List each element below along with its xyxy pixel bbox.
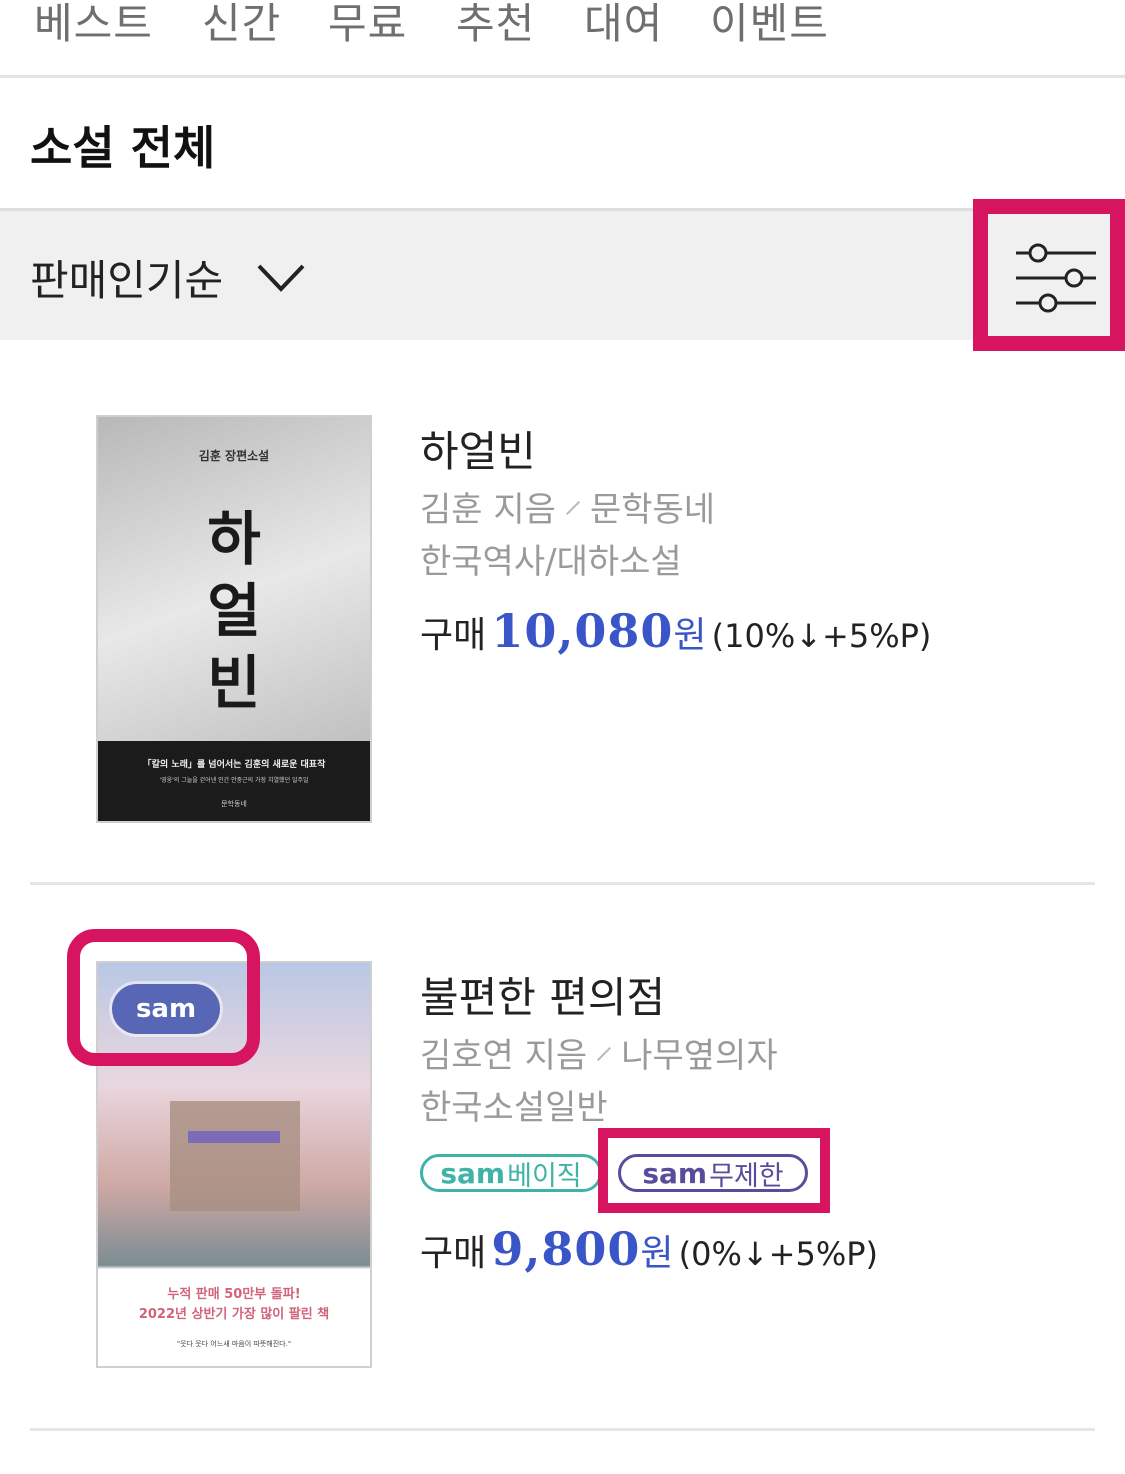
cover-title: 하 얼 빈 bbox=[98, 503, 370, 719]
badge-label: 베이직 bbox=[507, 1160, 582, 1192]
cover-series: 김훈 장편소설 bbox=[198, 449, 270, 463]
cover-quote: "웃다 웃다 어느새 마음이 따뜻해진다." bbox=[176, 1340, 292, 1348]
book-author-publisher: 김훈 지음 문학동네 bbox=[420, 482, 715, 531]
filter-button[interactable] bbox=[973, 199, 1125, 351]
sliders-icon bbox=[1016, 243, 1096, 313]
price-value: 9,800 bbox=[491, 1222, 641, 1276]
separator-slash-icon bbox=[565, 500, 581, 515]
book-author[interactable]: 김호연 지음 bbox=[420, 1036, 587, 1076]
sam-basic-badge[interactable]: sam 베이직 bbox=[420, 1154, 602, 1192]
sam-unlimited-badge[interactable]: sam 무제한 bbox=[618, 1154, 808, 1192]
price-row: 구매 9,800원 (0%↓+5%P) bbox=[420, 1222, 878, 1276]
book-cover-harbin[interactable]: 김훈 장편소설 하 얼 빈 「칼의 노래」를 넘어서는 김훈의 새로운 대표작 … bbox=[96, 415, 372, 823]
price-row: 구매 10,080원 (10%↓+5%P) bbox=[420, 604, 931, 658]
book-title[interactable]: 하얼빈 bbox=[420, 418, 536, 479]
cover-building bbox=[170, 1101, 300, 1211]
price-label: 구매 bbox=[420, 1233, 487, 1274]
list-divider bbox=[30, 1428, 1095, 1431]
cover-subline: '영웅'의 그늘을 걷어낸 인간 안중근의 가장 치열했던 일주일 bbox=[159, 777, 309, 784]
price-label: 구매 bbox=[420, 615, 487, 656]
sort-dropdown-label[interactable]: 판매인기순 bbox=[30, 247, 223, 308]
price-currency: 원 bbox=[673, 615, 707, 656]
sam-logo: sam bbox=[642, 1156, 708, 1190]
book-author-publisher: 김호연 지음 나무옆의자 bbox=[420, 1028, 778, 1077]
cover-store-sign bbox=[188, 1131, 280, 1143]
book-author[interactable]: 김훈 지음 bbox=[420, 490, 556, 530]
book-category: 한국역사/대하소설 bbox=[420, 542, 682, 582]
badge-label: 무제한 bbox=[709, 1160, 784, 1192]
list-divider bbox=[30, 882, 1095, 885]
cover-publisher: 문학동네 bbox=[221, 800, 247, 808]
cover-title-char: 얼 bbox=[207, 577, 261, 645]
book-publisher[interactable]: 나무옆의자 bbox=[621, 1036, 777, 1076]
category-tab-bar: 베스트 신간 무료 추천 대여 이벤트 bbox=[0, 0, 1125, 78]
sort-bar: 판매인기순 bbox=[0, 208, 1125, 340]
price-discount: (0%↓+5%P) bbox=[678, 1235, 879, 1273]
cover-title-char: 하 bbox=[207, 505, 261, 573]
cover-banner-line2: 2022년 상반기 가장 많이 팔린 책 bbox=[138, 1307, 330, 1322]
section-title: 소설 전체 bbox=[30, 121, 216, 175]
price-value: 10,080 bbox=[491, 604, 674, 658]
sam-logo: sam bbox=[440, 1156, 506, 1190]
cover-headline: 「칼의 노래」를 넘어서는 김훈의 새로운 대표작 bbox=[142, 760, 326, 770]
tab-recommended[interactable]: 추천 bbox=[456, 0, 535, 51]
book-publisher[interactable]: 문학동네 bbox=[590, 490, 715, 530]
book-category: 한국소설일반 bbox=[420, 1088, 608, 1128]
chevron-down-icon[interactable] bbox=[256, 263, 306, 293]
cover-band: 「칼의 노래」를 넘어서는 김훈의 새로운 대표작 '영웅'의 그늘을 걷어낸 … bbox=[98, 741, 370, 821]
cover-banner-line1: 누적 판매 50만부 돌파! bbox=[167, 1287, 301, 1302]
price-currency: 원 bbox=[640, 1233, 674, 1274]
tab-new[interactable]: 신간 bbox=[202, 0, 281, 51]
price-discount: (10%↓+5%P) bbox=[711, 617, 932, 655]
tab-best[interactable]: 베스트 bbox=[34, 0, 153, 51]
cover-title-char: 빈 bbox=[207, 649, 261, 717]
sam-badge[interactable]: sam bbox=[112, 984, 220, 1034]
cover-banner: 누적 판매 50만부 돌파! 2022년 상반기 가장 많이 팔린 책 bbox=[98, 1285, 370, 1325]
separator-slash-icon bbox=[597, 1046, 612, 1061]
tab-free[interactable]: 무료 bbox=[328, 0, 407, 51]
tab-rental[interactable]: 대여 bbox=[584, 0, 663, 51]
tab-event[interactable]: 이벤트 bbox=[710, 0, 829, 51]
book-title[interactable]: 불편한 편의점 bbox=[420, 964, 665, 1025]
